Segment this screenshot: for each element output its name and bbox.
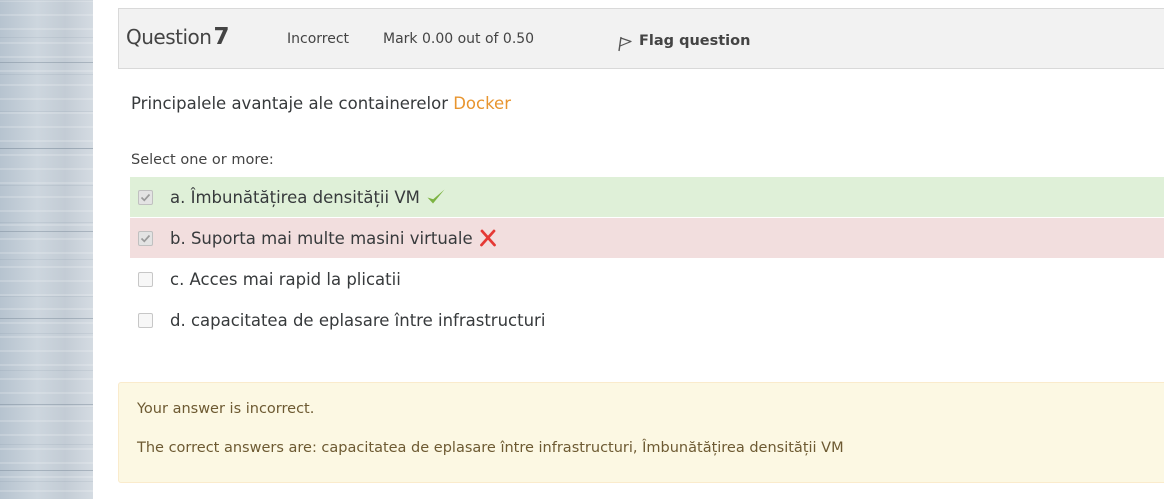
answer-checkbox-d[interactable] <box>138 312 153 328</box>
question-container: Question7 Incorrect Mark 0.00 out of 0.5… <box>93 0 1164 499</box>
flag-icon <box>618 36 632 52</box>
feedback-box: Your answer is incorrect. The correct an… <box>118 382 1164 483</box>
question-number-value: 7 <box>213 24 229 50</box>
answer-prompt: Select one or more: <box>131 152 274 168</box>
answer-checkbox-c[interactable] <box>138 271 153 287</box>
question-grade: Mark 0.00 out of 0.50 <box>383 31 535 47</box>
answer-label-c: c. Acces mai rapid la plicatii <box>170 269 401 289</box>
answer-label-d: d. capacitatea de eplasare între infrast… <box>170 310 546 330</box>
question-text-prefix: Principalele avantaje ale containerelor <box>131 94 454 113</box>
answer-checkbox-b[interactable] <box>138 230 153 246</box>
question-label: Question <box>126 25 212 49</box>
answer-checkbox-a[interactable] <box>138 189 153 205</box>
answer-option-d[interactable]: d. capacitatea de eplasare între infrast… <box>130 300 1164 340</box>
feedback-correct-answers: The correct answers are: capacitatea de … <box>137 440 844 456</box>
answer-label-a: a. Îmbunătățirea densității VM <box>170 187 420 207</box>
checkbox-tick-icon <box>140 193 151 202</box>
question-info-bar: Question7 Incorrect Mark 0.00 out of 0.5… <box>118 8 1164 69</box>
background-wood-panel <box>0 0 93 499</box>
question-number: Question7 <box>126 24 229 50</box>
answer-option-b[interactable]: b. Suporta mai multe masini virtuale <box>130 218 1164 258</box>
feedback-result: Your answer is incorrect. <box>137 401 315 417</box>
flag-question-link[interactable]: Flag question <box>617 30 750 52</box>
question-state: Incorrect <box>287 31 350 47</box>
answer-option-c[interactable]: c. Acces mai rapid la plicatii <box>130 259 1164 299</box>
answer-label-b: b. Suporta mai multe masini virtuale <box>170 228 473 248</box>
flag-question-label: Flag question <box>639 33 751 49</box>
question-text-highlight: Docker <box>453 94 511 113</box>
question-text: Principalele avantaje ale containerelor … <box>131 94 511 113</box>
cross-icon <box>479 229 497 247</box>
check-icon <box>426 188 446 206</box>
answer-option-a[interactable]: a. Îmbunătățirea densității VM <box>130 177 1164 217</box>
checkbox-tick-icon <box>140 234 151 243</box>
